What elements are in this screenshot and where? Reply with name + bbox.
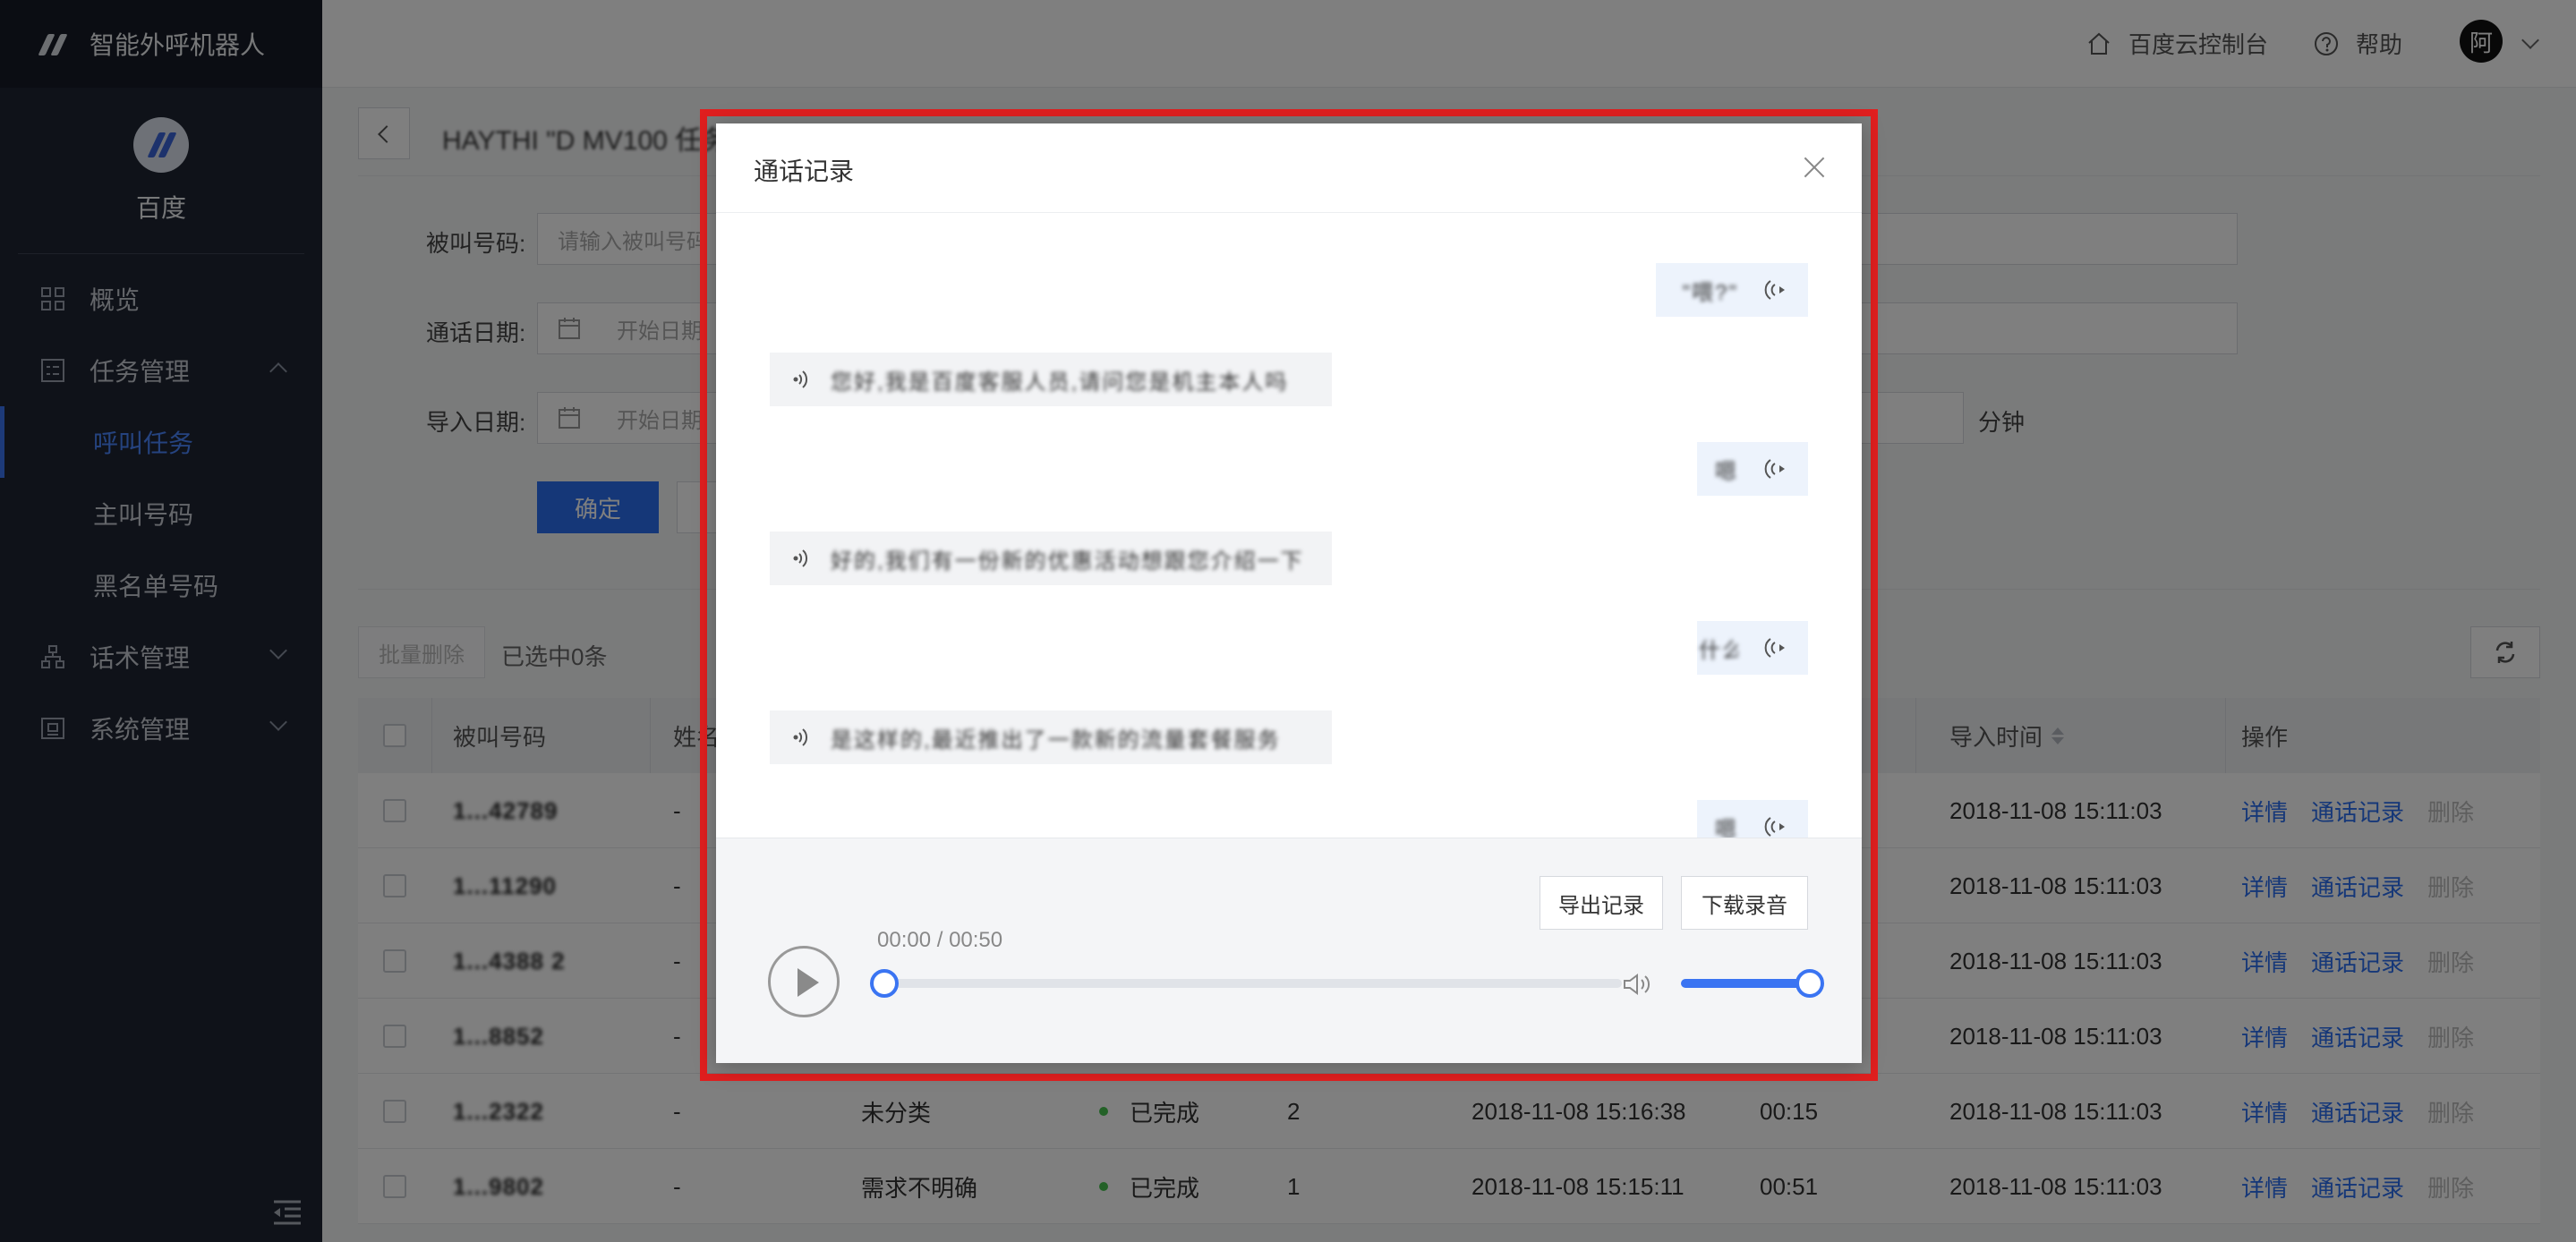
user-message: 什么活动啊? — [1697, 621, 1808, 675]
speaker-icon[interactable] — [1763, 276, 1787, 303]
speaker-icon[interactable] — [1763, 455, 1787, 482]
close-icon[interactable] — [1801, 154, 1828, 181]
user-message: 嗯 — [1697, 800, 1808, 839]
export-record-button[interactable]: 导出记录 — [1540, 876, 1663, 930]
modal-title: 通话记录 — [754, 157, 855, 185]
progress-bar[interactable] — [884, 979, 1622, 988]
time-display: 00:00 / 00:50 — [877, 928, 1003, 952]
play-icon[interactable] — [768, 946, 840, 1017]
speaker-icon[interactable] — [1763, 813, 1787, 839]
robot-message: 您好,我是百度客服人员,请问您是机主本人吗 — [770, 353, 1332, 406]
robot-message: 是这样的,最近推出了一款新的流量套餐服务 — [770, 710, 1332, 764]
app-root: 智能外呼机器人 百度 概览 任务管理 呼叫任务 主叫号码 黑名单号码 — [0, 0, 2576, 1242]
speaker-icon[interactable] — [1763, 634, 1787, 661]
message-text: 好的,我们有一份新的优惠活动想跟您介绍一下 — [831, 549, 1304, 574]
message-text: 什么活动啊? — [1699, 638, 1738, 663]
volume-handle[interactable] — [1796, 969, 1824, 998]
speaker-icon[interactable] — [791, 368, 811, 391]
volume-icon[interactable] — [1622, 971, 1652, 998]
volume-bar[interactable] — [1681, 979, 1810, 988]
call-record-modal: 通话记录 "喂?" 您好,我是百度客服人员,请问您是机主本人吗嗯好的,我们有一份新… — [716, 123, 1862, 1063]
speaker-icon[interactable] — [791, 726, 811, 749]
message-text: 您好,我是百度客服人员,请问您是机主本人吗 — [831, 370, 1289, 395]
message-text: 嗯 — [1715, 459, 1738, 484]
progress-handle[interactable] — [870, 969, 899, 998]
modal-header: 通话记录 — [716, 123, 1862, 213]
user-message: 嗯 — [1697, 442, 1808, 496]
user-message: "喂?" — [1656, 263, 1808, 317]
audio-player: 导出记录 下载录音 00:00 / 00:50 — [716, 838, 1862, 1063]
message-text: 是这样的,最近推出了一款新的流量套餐服务 — [831, 727, 1281, 753]
speaker-icon[interactable] — [791, 547, 811, 570]
message-text: "喂?" — [1682, 280, 1738, 305]
download-audio-button[interactable]: 下载录音 — [1681, 876, 1808, 930]
conversation-list: "喂?" 您好,我是百度客服人员,请问您是机主本人吗嗯好的,我们有一份新的优惠活动… — [716, 213, 1862, 839]
message-text: 嗯 — [1715, 817, 1738, 840]
robot-message: 好的,我们有一份新的优惠活动想跟您介绍一下 — [770, 532, 1332, 585]
